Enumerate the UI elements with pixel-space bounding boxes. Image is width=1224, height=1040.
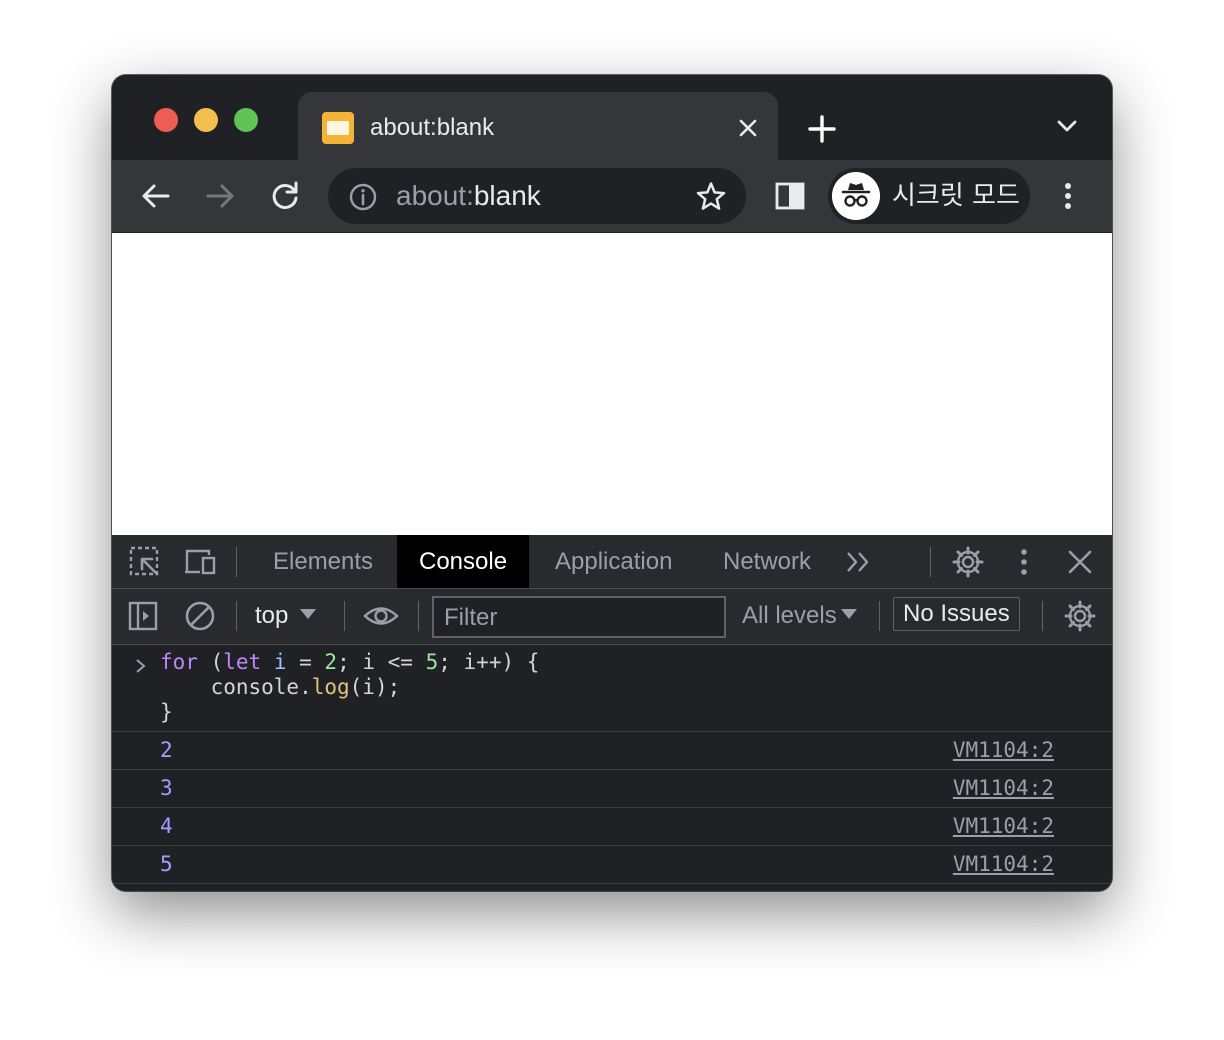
tab-strip: about:blank (112, 75, 1112, 160)
devtools-tab-bar: Elements Console Application Network (112, 535, 1112, 589)
chevron-down-icon[interactable] (1052, 111, 1082, 141)
browser-window: about:blank about:blank 시크릿 모드 Elements … (112, 75, 1112, 891)
inspect-element-icon[interactable] (128, 545, 162, 579)
close-window-button[interactable] (154, 108, 178, 132)
code-text: } (160, 700, 173, 724)
url-host: blank (473, 180, 541, 211)
log-row: 5 VM1104:2 (112, 846, 1112, 884)
close-devtools-icon[interactable] (1063, 545, 1097, 579)
new-tab-icon[interactable] (802, 109, 842, 149)
separator (236, 601, 237, 631)
url-scheme: about: (396, 180, 474, 211)
browser-toolbar: about:blank 시크릿 모드 (112, 160, 1112, 232)
tab-network[interactable]: Network (701, 535, 833, 588)
address-url: about:blank (396, 179, 541, 213)
console-output: for (let i = 2; i <= 5; i++) { console.l… (112, 645, 1112, 891)
log-row: 2 VM1104:2 (112, 732, 1112, 770)
log-source-link[interactable]: VM1104:2 (953, 852, 1054, 877)
minimize-window-button[interactable] (194, 108, 218, 132)
code-number: 2 (324, 650, 338, 674)
code-function: log (311, 675, 350, 699)
forward-arrow-icon[interactable] (202, 178, 238, 214)
console-toolbar: top All levels No Issues (112, 589, 1112, 645)
context-label: top (255, 602, 289, 629)
tab-title: about:blank (370, 114, 495, 141)
log-row: 3 VM1104:2 (112, 770, 1112, 808)
log-value: 3 (160, 776, 173, 800)
code-text: = (286, 650, 325, 674)
log-row: 4 VM1104:2 (112, 808, 1112, 846)
sidebar-toggle-icon[interactable] (127, 599, 161, 633)
zoom-window-button[interactable] (234, 108, 258, 132)
page-favicon-icon (322, 112, 354, 144)
incognito-icon (832, 172, 880, 220)
separator (236, 547, 237, 577)
clear-console-icon[interactable] (183, 599, 217, 633)
expand-chevron-icon[interactable] (134, 657, 148, 675)
incognito-profile-button[interactable]: 시크릿 모드 (828, 168, 1030, 224)
tab-application[interactable]: Application (533, 535, 694, 588)
code-keyword-let: let (223, 650, 262, 674)
levels-label: All levels (742, 602, 837, 629)
bookmark-star-icon[interactable] (694, 180, 728, 214)
settings-gear-icon[interactable] (951, 545, 985, 579)
log-source-link[interactable]: VM1104:2 (953, 738, 1054, 763)
separator (930, 547, 931, 577)
side-panel-icon[interactable] (772, 178, 808, 214)
separator (879, 601, 880, 631)
context-selector[interactable]: top (255, 599, 317, 633)
tab-about-blank[interactable]: about:blank (298, 92, 778, 160)
code-variable: i (273, 650, 287, 674)
log-value: 2 (160, 738, 173, 762)
code-text: console. (160, 675, 312, 699)
close-tab-icon[interactable] (732, 112, 764, 144)
page-content (112, 233, 1112, 535)
code-number: 5 (425, 650, 439, 674)
live-expression-eye-icon[interactable] (362, 597, 400, 635)
separator (1042, 601, 1043, 631)
tab-console[interactable]: Console (397, 535, 530, 588)
code-text: ( (197, 650, 224, 674)
log-value: 5 (160, 852, 173, 876)
device-toolbar-icon[interactable] (183, 545, 217, 579)
dropdown-caret-icon (300, 608, 317, 619)
dropdown-caret-icon (840, 608, 857, 619)
more-tabs-icon[interactable] (842, 545, 876, 579)
more-menu-icon[interactable] (1050, 178, 1086, 214)
log-value: 4 (160, 814, 173, 838)
devtools-panel: Elements Console Application Network top… (112, 535, 1112, 891)
issues-button[interactable]: No Issues (893, 597, 1020, 631)
console-settings-gear-icon[interactable] (1063, 599, 1097, 633)
code-block: for (let i = 2; i <= 5; i++) { console.l… (160, 650, 539, 725)
back-arrow-icon[interactable] (138, 178, 174, 214)
profile-label: 시크릿 모드 (892, 181, 1020, 211)
address-bar[interactable]: about:blank (328, 168, 746, 224)
reload-icon[interactable] (267, 178, 303, 214)
log-source-link[interactable]: VM1104:2 (953, 814, 1054, 839)
code-text: ; i++) { (438, 650, 540, 674)
kebab-menu-icon[interactable] (1007, 545, 1041, 579)
code-text: ; i <= (337, 650, 426, 674)
code-text: (i); (349, 675, 401, 699)
console-input-entry: for (let i = 2; i <= 5; i++) { console.l… (112, 645, 1112, 732)
filter-box (432, 596, 726, 638)
separator (418, 601, 419, 631)
log-levels-dropdown[interactable]: All levels (742, 599, 857, 633)
tab-elements[interactable]: Elements (251, 535, 395, 588)
code-keyword-for: for (160, 650, 198, 674)
separator (344, 601, 345, 631)
info-icon[interactable] (348, 182, 378, 212)
log-source-link[interactable]: VM1104:2 (953, 776, 1054, 801)
filter-input[interactable] (442, 600, 716, 636)
